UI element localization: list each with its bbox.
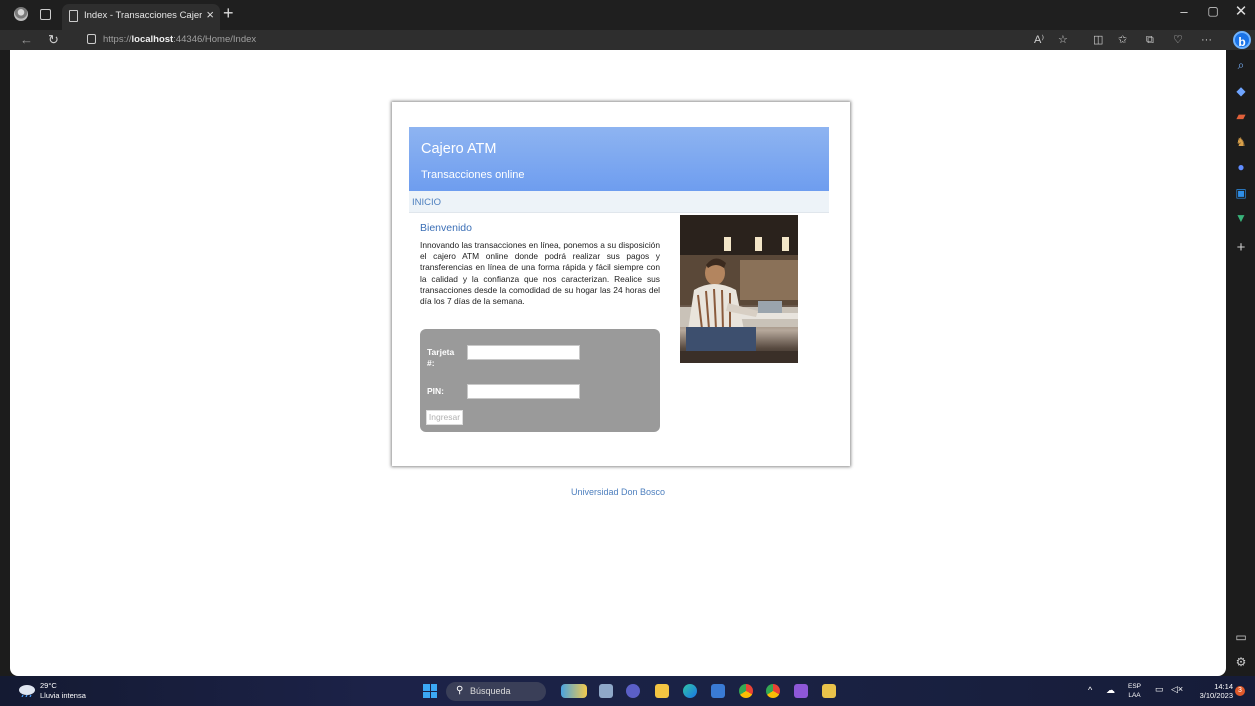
clock-time: 14:14	[1214, 682, 1233, 691]
start-button[interactable]	[423, 684, 437, 698]
split-screen-icon[interactable]: ◫	[1093, 33, 1103, 47]
speaker-muted-icon[interactable]: ◁×	[1171, 684, 1183, 695]
maximize-button[interactable]: ▢	[1199, 4, 1227, 18]
photo-illustration	[680, 215, 798, 363]
desktop-screen: Index - Transacciones Cajero ATM × + – ▢…	[0, 0, 1255, 706]
menu-item-inicio[interactable]: INICIO	[412, 197, 441, 208]
main-container: Cajero ATM Transacciones online INICIO B…	[392, 102, 850, 466]
nav-menu: INICIO	[409, 191, 829, 213]
man-at-laptop-photo	[680, 215, 798, 363]
site-header: Cajero ATM Transacciones online	[409, 127, 829, 191]
url-host: localhost	[131, 34, 174, 45]
site-title: Cajero ATM	[421, 141, 497, 157]
onedrive-icon[interactable]: ☁	[1106, 685, 1115, 696]
weather-temperature[interactable]: 29°C	[40, 681, 57, 690]
site-subtitle: Transacciones online	[421, 169, 525, 181]
pin-label: PIN:	[427, 386, 444, 396]
search-label: Búsqueda	[470, 686, 511, 696]
card-number-input[interactable]	[467, 345, 580, 360]
notification-badge[interactable]: 3	[1235, 686, 1245, 696]
profile-avatar-icon[interactable]	[14, 7, 28, 21]
keyboard-layout: LAA	[1128, 692, 1141, 699]
minimize-button[interactable]: –	[1170, 4, 1198, 19]
folder-icon[interactable]	[655, 684, 669, 698]
read-aloud-icon[interactable]: A⁾	[1034, 33, 1044, 47]
login-panel: Tarjeta #: PIN: Ingresar	[420, 329, 660, 432]
lock-icon[interactable]	[87, 34, 96, 44]
tray-chevron-icon[interactable]: ^	[1088, 685, 1092, 695]
rain-cloud-icon[interactable]	[18, 684, 36, 697]
pin-input[interactable]	[467, 384, 580, 399]
weather-description[interactable]: Lluvia intensa	[40, 691, 86, 700]
split-panel-icon[interactable]: ▭	[1235, 631, 1247, 643]
file-explorer-icon[interactable]	[599, 684, 613, 698]
page-viewport: Cajero ATM Transacciones online INICIO B…	[10, 50, 1226, 676]
browser-sidebar: ⌕ ◆ ▰ ♞ ● ▣ ▼ + ▭ ⚙	[1227, 50, 1255, 676]
browser-toolbar: ← ↻ https://localhost:44346/Home/Index A…	[0, 30, 1255, 50]
copilot-icon[interactable]: b	[1233, 31, 1251, 49]
clock-date: 3/10/2023	[1199, 691, 1233, 700]
reload-icon[interactable]: ↻	[48, 31, 59, 49]
network-icon[interactable]: ▭	[1155, 684, 1164, 695]
new-tab-button[interactable]: +	[223, 3, 234, 23]
store-icon[interactable]	[711, 684, 725, 698]
outlook-icon[interactable]: ▣	[1235, 187, 1247, 199]
card-number-label: Tarjeta #:	[427, 347, 455, 368]
taskbar-search[interactable]: ⚲ Búsqueda	[446, 682, 546, 701]
visual-studio-icon[interactable]	[794, 684, 808, 698]
ingresar-button[interactable]: Ingresar	[426, 410, 463, 425]
favorite-star-icon[interactable]: ☆	[1058, 33, 1068, 47]
intro-paragraph: Innovando las transacciones en línea, po…	[420, 240, 660, 307]
app-icon[interactable]	[822, 684, 836, 698]
welcome-heading: Bienvenido	[420, 222, 472, 234]
designer-icon[interactable]: ▼	[1235, 212, 1247, 224]
language-code: ESP	[1128, 683, 1142, 690]
shopping-tag-icon[interactable]: ◆	[1235, 85, 1247, 97]
collections-icon[interactable]: ⧉	[1146, 33, 1154, 47]
search-icon[interactable]: ⌕	[1235, 59, 1247, 71]
search-icon: ⚲	[456, 685, 464, 696]
url-path: :44346/Home/Index	[173, 34, 257, 45]
tools-icon[interactable]: ▰	[1235, 110, 1247, 122]
chrome-icon[interactable]	[739, 684, 753, 698]
page-icon	[69, 10, 78, 22]
chrome-alt-icon[interactable]	[766, 684, 780, 698]
favorites-icon[interactable]: ✩	[1118, 33, 1127, 47]
system-clock[interactable]: 14:14 3/10/2023	[1195, 682, 1233, 700]
footer-link[interactable]: Universidad Don Bosco	[10, 487, 1226, 497]
edge-icon[interactable]	[683, 684, 697, 698]
back-arrow-icon[interactable]: ←	[20, 31, 33, 49]
browser-tab[interactable]: Index - Transacciones Cajero ATM ×	[62, 4, 220, 30]
add-icon[interactable]: +	[1235, 240, 1247, 255]
address-bar[interactable]: https://localhost:44346/Home/Index	[103, 34, 256, 45]
settings-icon[interactable]: ⚙	[1235, 656, 1247, 668]
browser-tab-bar: Index - Transacciones Cajero ATM × + – ▢…	[0, 0, 1255, 30]
widgets-icon[interactable]	[561, 684, 587, 698]
more-icon[interactable]: ···	[1201, 33, 1212, 47]
close-window-button[interactable]: ✕	[1227, 2, 1255, 20]
browser-essentials-icon[interactable]: ♡	[1173, 33, 1183, 47]
url-prefix: https://	[103, 34, 132, 45]
games-icon[interactable]: ♞	[1235, 136, 1247, 148]
tab-actions-icon[interactable]	[40, 9, 51, 20]
copilot-app-icon[interactable]: ●	[1235, 161, 1247, 173]
taskbar: 29°C Lluvia intensa ⚲ Búsqueda ^ ☁ ESP L…	[0, 676, 1255, 706]
input-language[interactable]: ESP LAA	[1128, 682, 1141, 700]
teams-icon[interactable]	[626, 684, 640, 698]
tab-title: Index - Transacciones Cajero ATM	[84, 10, 202, 21]
tab-close-icon[interactable]: ×	[206, 7, 214, 22]
